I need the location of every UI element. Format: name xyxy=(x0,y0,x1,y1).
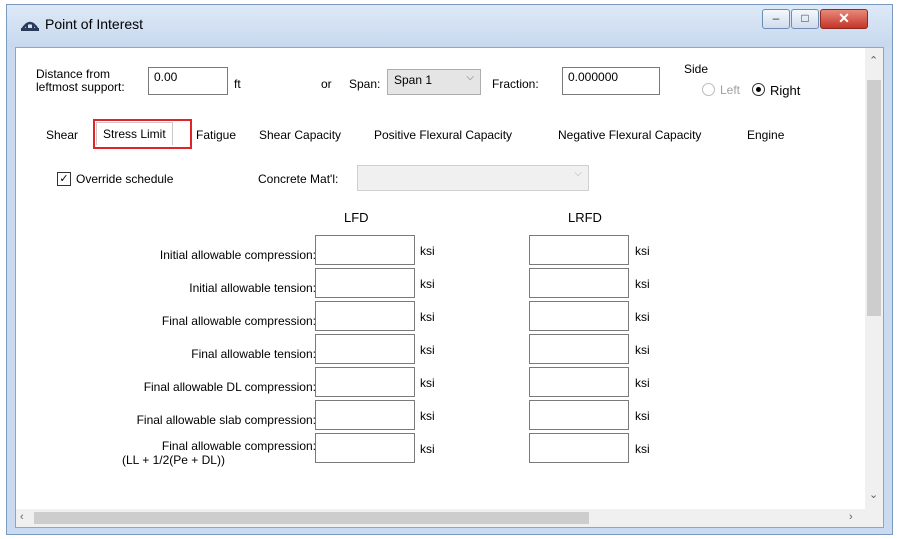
distance-label: Distance from leftmost support: xyxy=(36,67,125,94)
lrfd-unit: ksi xyxy=(635,244,650,258)
lfd-unit: ksi xyxy=(420,343,435,357)
lrfd-input[interactable] xyxy=(529,367,629,397)
scroll-down-icon[interactable]: ⌄ xyxy=(869,488,878,501)
vertical-scrollbar[interactable]: ⌃ ⌄ xyxy=(865,48,883,527)
row-label: Final allowable compression: xyxy=(161,314,316,328)
lrfd-input[interactable] xyxy=(529,433,629,463)
chevron-down-icon: ⌵ xyxy=(466,72,474,83)
lfd-unit: ksi xyxy=(420,376,435,390)
lrfd-unit: ksi xyxy=(635,442,650,456)
lfd-input[interactable] xyxy=(315,334,415,364)
point-of-interest-window: Point of Interest – □ ✕ Distance from le… xyxy=(6,4,893,535)
lfd-input[interactable] xyxy=(315,367,415,397)
lrfd-input[interactable] xyxy=(529,268,629,298)
chevron-down-icon: ⌵ xyxy=(574,168,582,179)
or-label: or xyxy=(321,77,332,91)
row-label: Initial allowable tension: xyxy=(189,281,316,295)
lfd-input[interactable] xyxy=(315,301,415,331)
tab-fatigue[interactable]: Fatigue xyxy=(196,128,236,142)
lfd-unit: ksi xyxy=(420,442,435,456)
distance-unit: ft xyxy=(234,77,241,91)
lrfd-input[interactable] xyxy=(529,235,629,265)
distance-input[interactable]: 0.00 xyxy=(148,67,228,95)
span-select[interactable]: Span 1 ⌵ xyxy=(387,69,481,95)
lrfd-input[interactable] xyxy=(529,334,629,364)
tab-negative-flexural-capacity[interactable]: Negative Flexural Capacity xyxy=(558,128,701,142)
concrete-select[interactable]: ⌵ xyxy=(357,165,589,191)
side-label: Side xyxy=(684,62,709,76)
lrfd-unit: ksi xyxy=(635,277,650,291)
scroll-up-icon[interactable]: ⌃ xyxy=(869,54,878,67)
row-label: Final allowable slab compression: xyxy=(136,413,316,427)
tab-shear[interactable]: Shear xyxy=(46,128,78,142)
lrfd-unit: ksi xyxy=(635,343,650,357)
lrfd-input[interactable] xyxy=(529,400,629,430)
lfd-unit: ksi xyxy=(420,277,435,291)
horizontal-scrollbar[interactable]: ‹ › xyxy=(16,509,867,527)
lrfd-input[interactable] xyxy=(529,301,629,331)
title-bar: Point of Interest – □ ✕ xyxy=(7,5,892,47)
fraction-input[interactable]: 0.000000 xyxy=(562,67,660,95)
row-label: Final allowable tension: xyxy=(191,347,316,361)
row-label: Final allowable compression: xyxy=(161,439,316,453)
tab-shear-capacity[interactable]: Shear Capacity xyxy=(259,128,341,142)
tab-positive-flexural-capacity[interactable]: Positive Flexural Capacity xyxy=(374,128,512,142)
concrete-label: Concrete Mat'l: xyxy=(258,172,339,186)
bridge-icon xyxy=(21,21,39,31)
horizontal-scroll-thumb[interactable] xyxy=(34,512,589,524)
maximize-button[interactable]: □ xyxy=(791,9,819,29)
row-label-formula: (LL + 1/2(Pe + DL)) xyxy=(122,453,225,467)
override-schedule-label: Override schedule xyxy=(76,172,174,186)
lfd-input[interactable] xyxy=(315,235,415,265)
lfd-header: LFD xyxy=(344,210,369,225)
tab-engine[interactable]: Engine xyxy=(747,128,784,142)
lfd-unit: ksi xyxy=(420,409,435,423)
lfd-input[interactable] xyxy=(315,268,415,298)
close-button[interactable]: ✕ xyxy=(820,9,868,29)
dialog-client: Distance from leftmost support: 0.00 ft … xyxy=(15,47,884,528)
minimize-button[interactable]: – xyxy=(762,9,790,29)
row-label: Final allowable DL compression: xyxy=(143,380,316,394)
side-left-label: Left xyxy=(720,83,741,97)
lfd-input[interactable] xyxy=(315,433,415,463)
span-value: Span 1 xyxy=(394,73,433,87)
stress-limit-highlight xyxy=(93,119,192,149)
override-schedule-checkbox[interactable]: ✓ xyxy=(57,172,71,186)
lrfd-header: LRFD xyxy=(568,210,602,225)
span-label: Span: xyxy=(349,77,381,91)
lfd-input[interactable] xyxy=(315,400,415,430)
side-left-radio[interactable] xyxy=(702,83,715,96)
fraction-label: Fraction: xyxy=(492,77,539,91)
side-right-radio[interactable] xyxy=(752,83,765,96)
lrfd-unit: ksi xyxy=(635,376,650,390)
lrfd-unit: ksi xyxy=(635,310,650,324)
lfd-unit: ksi xyxy=(420,310,435,324)
lrfd-unit: ksi xyxy=(635,409,650,423)
scroll-left-icon[interactable]: ‹ xyxy=(20,511,24,523)
row-label: Initial allowable compression: xyxy=(159,248,316,262)
window-title: Point of Interest xyxy=(45,16,144,32)
side-right-label: Right xyxy=(770,83,801,98)
vertical-scroll-thumb[interactable] xyxy=(867,80,881,316)
lfd-unit: ksi xyxy=(420,244,435,258)
scroll-right-icon[interactable]: › xyxy=(849,511,853,523)
